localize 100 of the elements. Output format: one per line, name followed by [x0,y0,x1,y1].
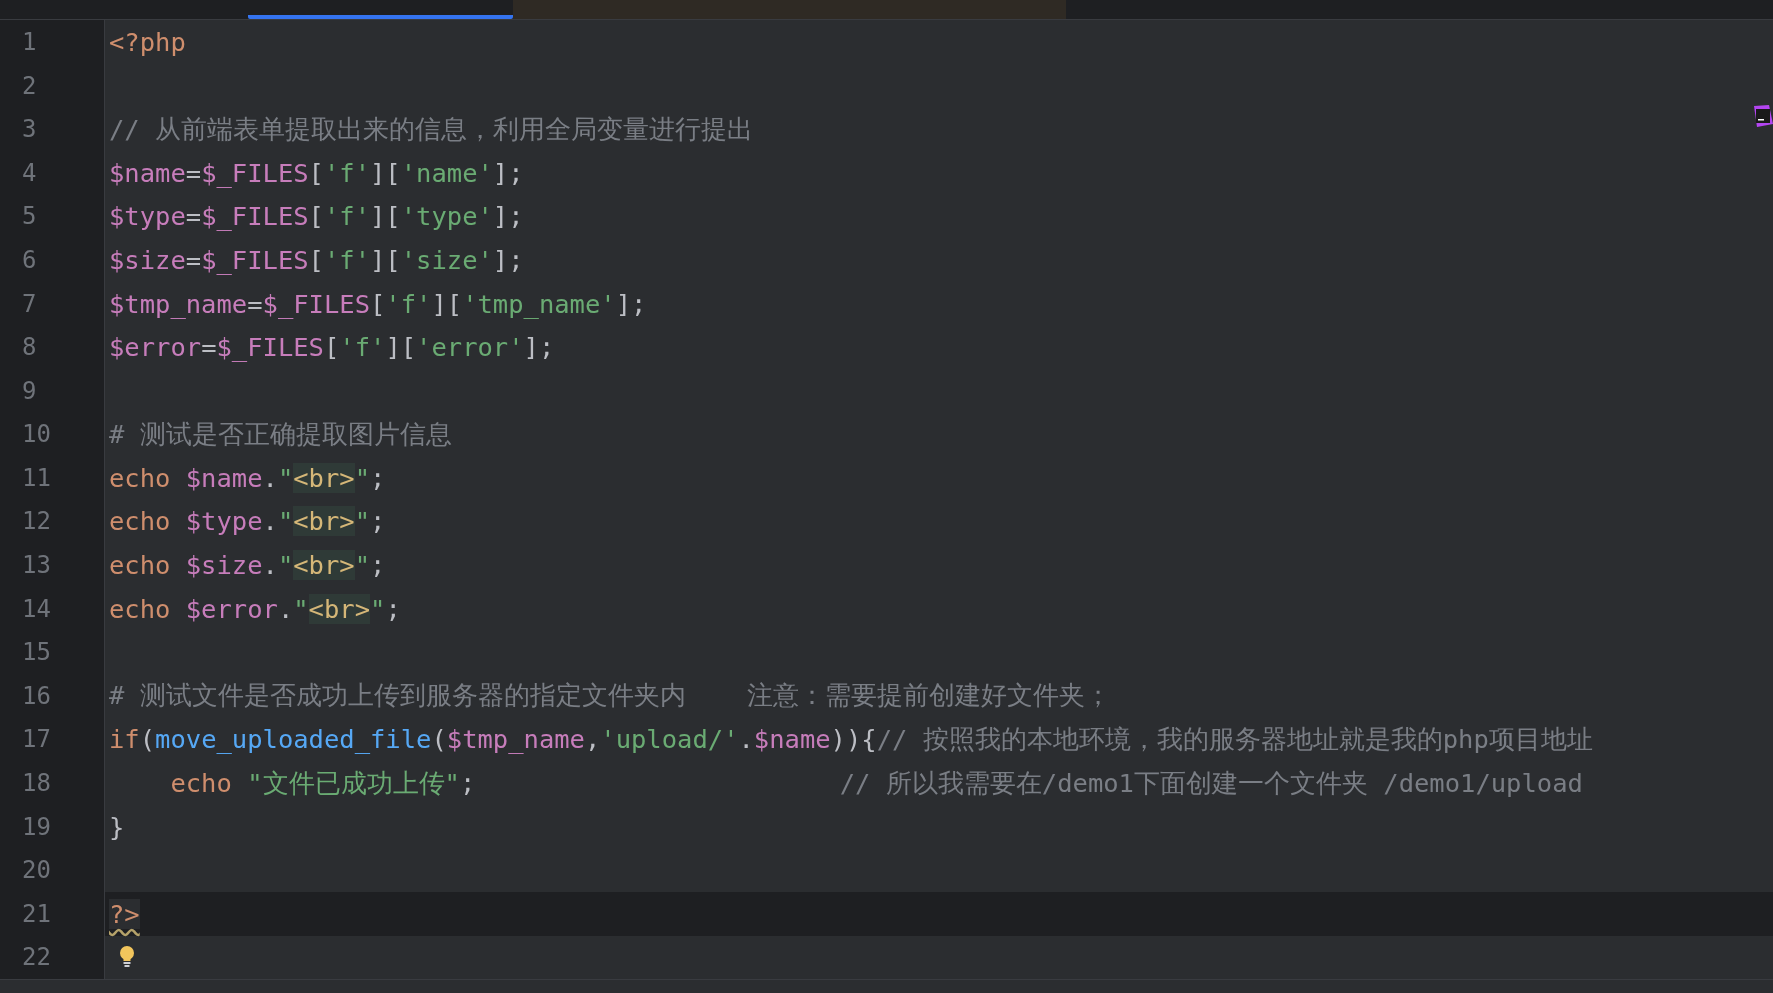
html-tag-text: <br> [293,550,355,581]
line-number: 14 [22,594,51,623]
code-token: $size [185,550,263,581]
code-token: ; [370,462,386,493]
code-token: $size [109,244,186,275]
code-token: 'error' [416,332,524,363]
lightbulb-icon[interactable] [119,945,135,970]
code-token: [ [323,332,340,363]
code-comment: // 所以我需要在/demo1下面创建一个文件夹 /demo1/upload [839,766,1583,800]
code-token: $tmp_name [446,724,585,755]
code-token: )){ [830,724,877,755]
code-token: ][ [370,157,401,188]
line-number: 19 [22,812,51,841]
code-token: = [201,332,217,363]
code-token: = [185,244,202,275]
code-comment: // 从前端表单提取出来的信息，利用全局变量进行提出 [109,112,754,146]
code-token: 'f' [339,332,386,363]
code-token: "文件已成功上传" [247,766,460,800]
code-token: " [354,506,371,537]
line-number: 3 [22,115,37,144]
line-number: 20 [22,856,51,885]
code-token: $_FILES [201,201,309,232]
code-token: ][ [385,332,417,363]
code-token: $_FILES [216,332,324,363]
line-number: 4 [22,158,37,187]
code-token: $type [109,201,186,232]
code-token: 'name' [400,157,493,188]
code-token: . [262,506,278,537]
code-token: , [584,724,601,755]
code-token: ; [370,506,386,537]
code-comment: // 按照我的本地环境，我的服务器地址就是我的php项目地址 [876,722,1593,756]
line-number: 10 [22,420,51,449]
line-number: 5 [22,202,37,231]
code-token: echo [109,462,172,493]
code-token: 'tmp_name' [462,288,616,319]
code-token: 'f' [385,288,432,319]
code-token: . [277,593,294,624]
line-number: 7 [22,289,37,318]
line-number: 6 [22,245,37,274]
code-token: } [109,811,125,842]
code-token: ][ [431,288,463,319]
code-token: " [354,550,371,581]
code-token: $_FILES [201,244,309,275]
line-number: 11 [22,463,51,492]
code-token: ( [431,724,447,755]
code-token: [ [308,201,324,232]
code-token: 'upload/' [600,724,739,755]
code-token: = [185,201,202,232]
code-token: = [185,157,202,188]
line-number: 8 [22,333,37,362]
code-token: " [370,593,386,624]
code-token: [ [370,288,386,319]
code-token: echo [109,550,172,581]
code-token: 'size' [400,244,493,275]
line-number: 17 [22,725,51,754]
code-token: ]; [615,288,647,319]
code-token: " [277,462,294,493]
code-token: " [354,462,371,493]
code-token: ; [459,768,476,799]
code-token: " [293,593,309,624]
code-token: $name [109,157,186,188]
code-token: " [277,506,294,537]
code-token: $_FILES [201,157,309,188]
line-number: 21 [22,899,51,928]
code-token: if [109,724,140,755]
code-token: ][ [370,201,401,232]
code-token: ]; [492,201,524,232]
code-token: $tmp_name [109,288,248,319]
line-number: 12 [22,507,51,536]
line-number: 1 [22,27,37,56]
code-token: . [262,550,278,581]
html-tag-text: <br> [308,593,371,624]
code-token: 'type' [400,201,493,232]
code-token: ][ [370,244,401,275]
code-token: $type [185,506,263,537]
code-token: ]; [492,157,524,188]
html-tag-text: <br> [293,506,355,537]
app-logo-icon[interactable] [1751,104,1773,129]
code-token: ; [385,593,401,624]
code-token: 'f' [323,157,370,188]
code-token: ; [370,550,386,581]
line-number: 2 [22,71,37,100]
html-tag-text: <br> [293,462,355,493]
code-token: . [738,724,754,755]
code-token: ]; [523,332,555,363]
code-token: $_FILES [262,288,370,319]
code-token: move_uploaded_file [155,724,432,755]
code-token: = [247,288,263,319]
code-token: $error [109,332,202,363]
code-token: echo [170,768,233,799]
line-number: 15 [22,638,51,667]
code-token: " [277,550,294,581]
code-token: $name [753,724,831,755]
line-number: 16 [22,681,51,710]
code-comment: # 测试是否正确提取图片信息 [109,417,452,451]
line-number: 18 [22,769,51,798]
code-token: <?php [109,26,186,57]
code-token: 'f' [323,244,370,275]
code-token: [ [308,157,324,188]
line-number: 9 [22,376,37,405]
